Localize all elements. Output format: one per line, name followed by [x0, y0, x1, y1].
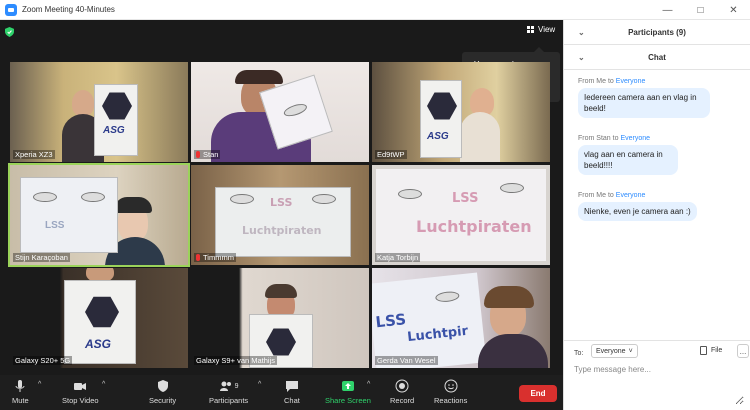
recipient-dropdown[interactable]: Everyone ˅: [591, 344, 638, 358]
mic-muted-icon: [196, 254, 200, 261]
participant-name: Xperia XZ3: [13, 150, 55, 159]
chevron-down-icon[interactable]: ⌄: [578, 53, 585, 62]
share-options-chevron-icon[interactable]: ^: [367, 381, 370, 388]
chat-compose-area: To: Everyone ˅ File ...: [564, 340, 750, 410]
video-camera-icon: [74, 383, 87, 390]
message-sender: From Stan to Everyone: [578, 135, 651, 142]
share-screen-icon: [341, 381, 354, 391]
chat-message: From Stan to Everyone vlag aan en camera…: [578, 135, 678, 175]
participant-name: Galaxy S9+ van Mathijs: [194, 356, 277, 365]
luchtpiraten-sign-text: Luchtpiraten: [416, 217, 532, 236]
message-bubble: Iedereen camera aan en vlag in beeld!: [578, 88, 710, 118]
message-sender: From Me to Everyone: [578, 192, 646, 199]
participant-name: Ed9tWP: [375, 150, 407, 159]
mute-button[interactable]: Mute: [12, 379, 29, 405]
side-panel: ⌄ Participants (9) ⌄ Chat From Me to Eve…: [563, 20, 750, 410]
title-bar: Zoom Meeting 40-Minutes — □ ✕: [0, 0, 750, 20]
video-tile[interactable]: Stan: [191, 62, 369, 162]
audio-options-chevron-icon[interactable]: ^: [38, 381, 41, 388]
chat-button[interactable]: Chat: [284, 379, 300, 405]
chat-section-header[interactable]: ⌄ Chat: [564, 45, 750, 70]
participant-name: Stijn Karaçoban: [13, 253, 70, 262]
video-tile[interactable]: LSS Luchtpiraten Katja Torbijn: [372, 165, 550, 265]
stop-video-button[interactable]: Stop Video: [62, 379, 99, 405]
window-title: Zoom Meeting 40-Minutes: [22, 5, 115, 14]
reactions-button[interactable]: Reactions: [434, 379, 467, 405]
video-tile[interactable]: ASG Ed9tWP: [372, 62, 550, 162]
view-label: View: [538, 25, 556, 34]
participant-name: Gerda Van Wesel: [375, 356, 438, 365]
maximize-button[interactable]: □: [684, 0, 717, 20]
chevron-down-icon: ˅: [628, 347, 633, 355]
participant-name: Katja Torbijn: [375, 253, 421, 262]
close-button[interactable]: ✕: [717, 0, 750, 20]
record-icon: [395, 379, 409, 393]
participant-name: Stan: [194, 150, 221, 159]
chat-message: From Me to Everyone Nienke, even je came…: [578, 192, 697, 221]
participant-name: Galaxy S20+ 5G: [13, 356, 73, 365]
asg-sign-text: ASG: [103, 125, 125, 136]
video-tile[interactable]: LSS Luchtpiraten Timmmm: [191, 165, 369, 265]
participant-name: Timmmm: [194, 253, 236, 262]
more-options-button[interactable]: ...: [737, 344, 749, 358]
file-button[interactable]: File: [700, 346, 722, 355]
file-icon: [700, 346, 707, 355]
security-button[interactable]: Security: [149, 379, 176, 405]
meeting-toolbar: Mute ^ Stop Video ^ Security 9 Participa…: [0, 375, 563, 410]
window-controls: — □ ✕: [651, 0, 750, 20]
participants-options-chevron-icon[interactable]: ^: [258, 381, 261, 388]
message-bubble: vlag aan en camera in beeld!!!!: [578, 145, 678, 175]
end-meeting-button[interactable]: End: [519, 385, 557, 402]
shield-icon: [157, 380, 168, 392]
participants-button[interactable]: 9 Participants: [209, 379, 248, 405]
chat-message: From Me to Everyone Iedereen camera aan …: [578, 78, 710, 118]
video-tile[interactable]: LSS Luchtpir Gerda Van Wesel: [372, 268, 550, 368]
smiley-icon: [444, 379, 458, 393]
video-options-chevron-icon[interactable]: ^: [102, 381, 105, 388]
video-tile[interactable]: ASG Galaxy S20+ 5G: [10, 268, 188, 368]
participants-count: 9: [234, 382, 239, 390]
chat-bubble-icon: [285, 381, 298, 392]
share-screen-button[interactable]: Share Screen: [325, 379, 371, 405]
participants-section-header[interactable]: ⌄ Participants (9): [564, 20, 750, 45]
video-tile-active-speaker[interactable]: LSS Stijn Karaçoban: [8, 163, 190, 267]
grid-view-icon: [527, 26, 534, 33]
video-tile[interactable]: ASG Xperia XZ3: [10, 62, 188, 162]
lss-sign-text: LSS: [452, 191, 479, 206]
video-tile[interactable]: Galaxy S9+ van Mathijs: [191, 268, 369, 368]
minimize-button[interactable]: —: [651, 0, 684, 20]
participants-icon: [219, 381, 231, 391]
chevron-down-icon[interactable]: ⌄: [578, 28, 585, 37]
view-button[interactable]: View: [527, 25, 555, 34]
microphone-icon: [15, 380, 25, 392]
record-button[interactable]: Record: [390, 379, 414, 405]
meeting-area: View You can release your video order he…: [0, 20, 563, 375]
to-label: To:: [574, 350, 584, 357]
chat-message-input[interactable]: [574, 365, 744, 405]
zoom-window: Zoom Meeting 40-Minutes — □ ✕ View You c…: [0, 0, 750, 410]
zoom-logo-icon: [5, 3, 17, 16]
mic-muted-icon: [196, 151, 200, 158]
message-bubble: Nienke, even je camera aan :): [578, 202, 697, 221]
message-sender: From Me to Everyone: [578, 78, 646, 85]
encryption-shield-icon[interactable]: [5, 27, 14, 37]
